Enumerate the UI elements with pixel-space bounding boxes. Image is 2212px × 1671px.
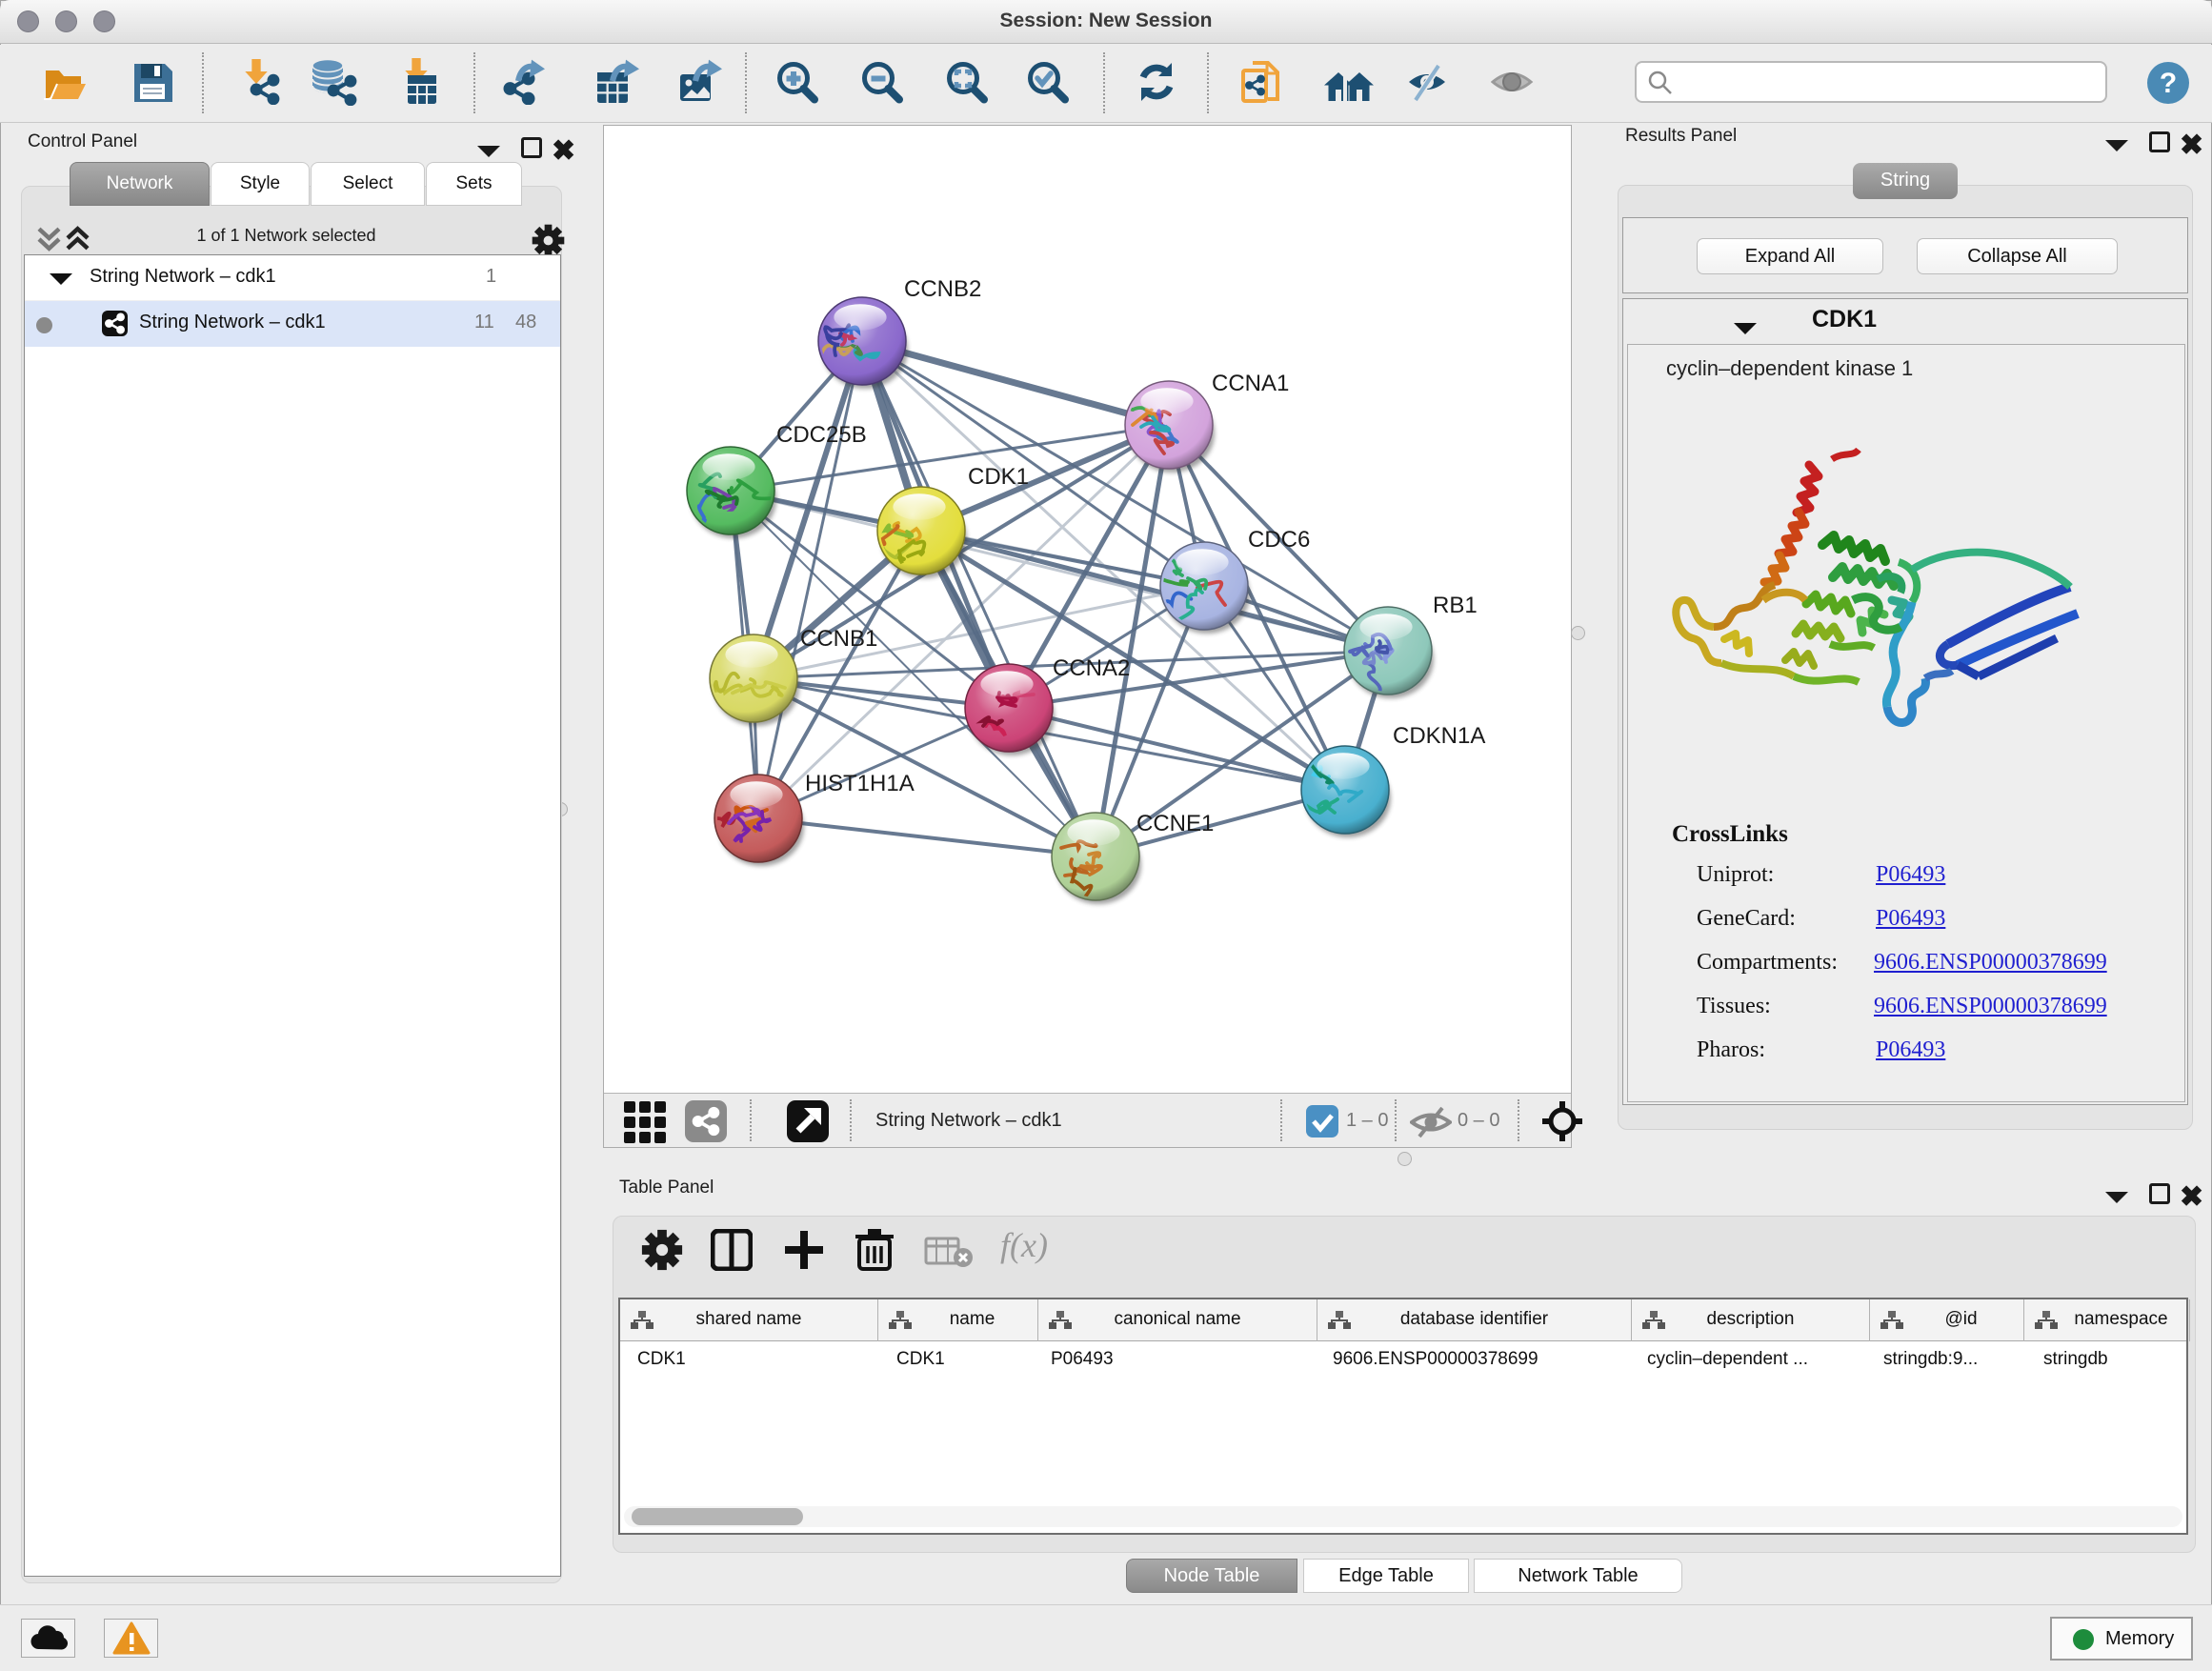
svg-text:HIST1H1A: HIST1H1A <box>805 771 915 796</box>
svg-text:CCNA1: CCNA1 <box>1212 371 1289 396</box>
svg-text:CDK1: CDK1 <box>968 464 1029 490</box>
svg-text:CCNB1: CCNB1 <box>800 626 877 652</box>
svg-text:CDKN1A: CDKN1A <box>1393 723 1485 749</box>
svg-text:CDC6: CDC6 <box>1248 527 1310 553</box>
svg-text:CCNA2: CCNA2 <box>1053 655 1130 681</box>
svg-text:?: ? <box>2160 68 2177 99</box>
svg-text:CCNE1: CCNE1 <box>1136 811 1214 836</box>
svg-text:CCNB2: CCNB2 <box>904 276 981 302</box>
svg-text:RB1: RB1 <box>1433 593 1478 618</box>
svg-text:CDC25B: CDC25B <box>776 422 867 448</box>
